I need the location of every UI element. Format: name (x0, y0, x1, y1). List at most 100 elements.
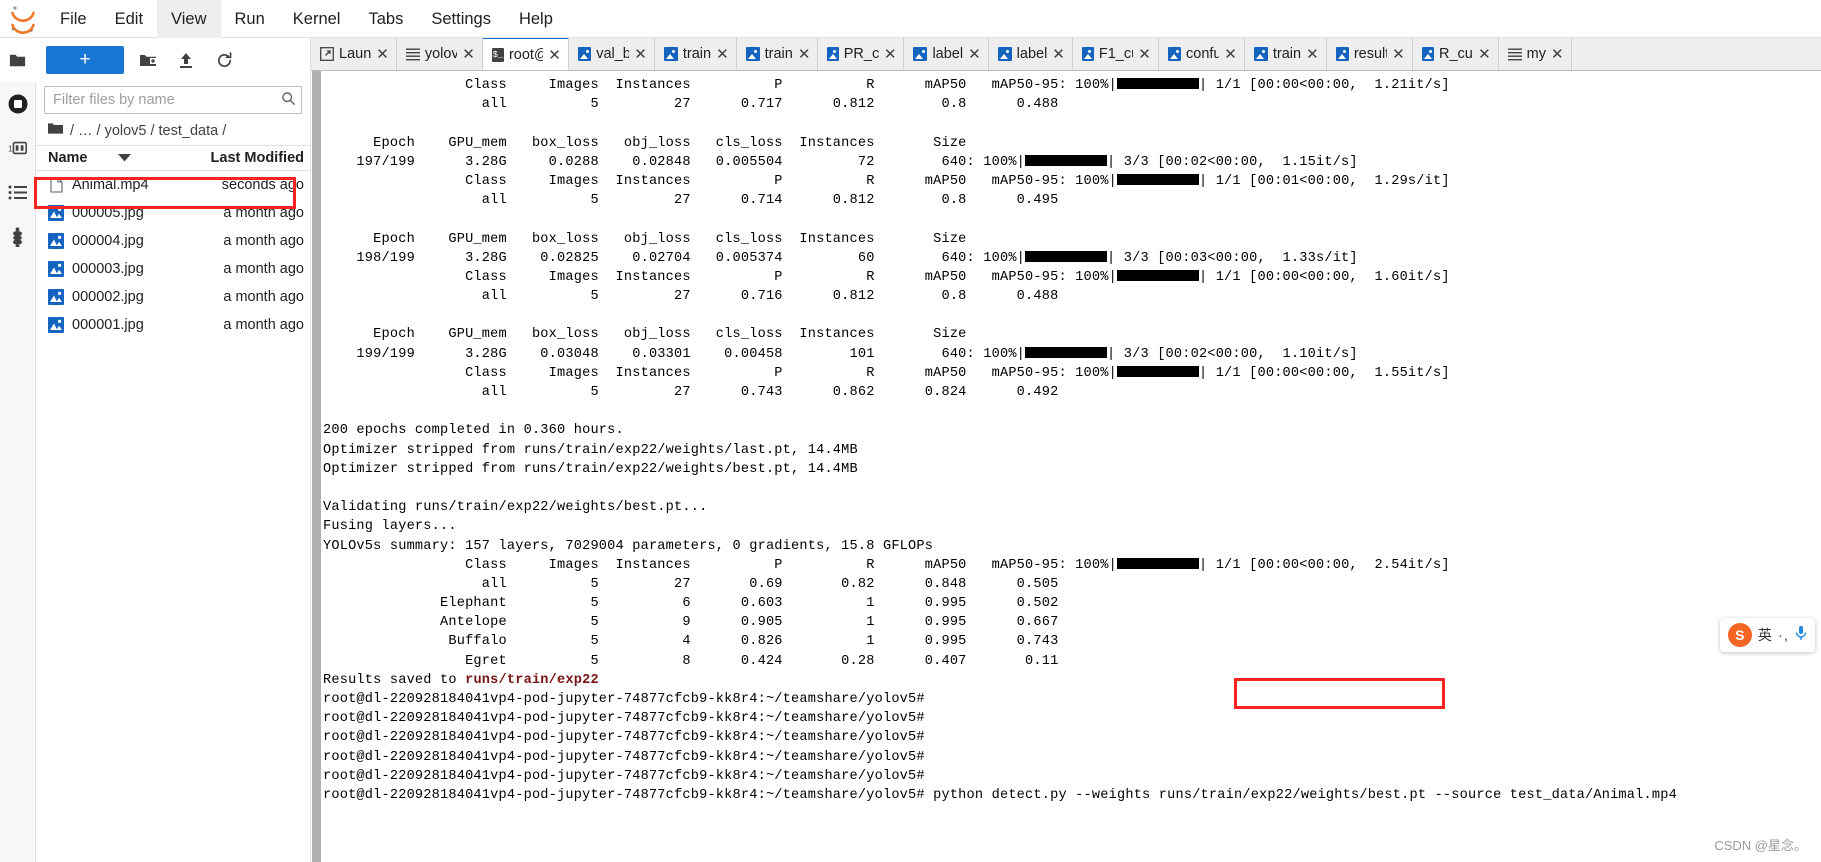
terminal-line: Validating runs/train/exp22/weights/best… (323, 500, 708, 516)
file-list-item[interactable]: Animal.mp4 seconds ago (36, 171, 310, 199)
shell-prompt: root@dl-220928184041vp4-pod-jupyter-7487… (323, 730, 925, 746)
image-icon (913, 47, 928, 61)
tab-train[interactable]: train ✕ (654, 38, 737, 70)
breadcrumb-part[interactable]: yolov5 (105, 123, 147, 139)
file-list-item[interactable]: 000004.jpg a month ago (36, 227, 310, 255)
tab-label[interactable]: label ✕ (904, 38, 989, 70)
close-icon[interactable]: ✕ (1138, 45, 1151, 63)
filter-files-field-wrap (44, 86, 302, 114)
image-icon (48, 317, 64, 333)
new-launcher-button[interactable]: + (46, 46, 124, 74)
close-icon[interactable]: ✕ (884, 45, 897, 63)
sidebar-item-running-terminals[interactable] (0, 82, 36, 126)
close-icon[interactable]: ✕ (376, 45, 389, 63)
breadcrumb[interactable]: /… / yolov5/test_data / (36, 118, 310, 145)
file-list-item[interactable]: 000003.jpg a month ago (36, 255, 310, 283)
tab-pr-cu[interactable]: PR_cu ✕ (818, 38, 905, 70)
sogou-logo-icon: S (1727, 623, 1752, 647)
close-icon[interactable]: ✕ (1052, 45, 1065, 63)
close-icon[interactable]: ✕ (1224, 45, 1237, 63)
terminal-line: all 5 27 0.717 0.812 0.8 0.488 (323, 97, 1059, 113)
upload-icon[interactable] (172, 46, 200, 74)
tab-result[interactable]: result ✕ (1326, 38, 1413, 70)
tab-yolov[interactable]: yolov ✕ (396, 38, 483, 70)
terminal-line: all 5 27 0.716 0.812 0.8 0.488 (323, 289, 1059, 305)
tab-laun[interactable]: Laun ✕ (311, 38, 397, 70)
menu-bar: File Edit View Run Kernel Tabs Settings Help (0, 0, 1821, 38)
tab-label: label (1016, 46, 1048, 62)
file-list-item[interactable]: 000002.jpg a month ago (36, 283, 310, 311)
terminal-line: Epoch GPU_mem box_loss obj_loss cls_loss… (323, 231, 967, 247)
menu-item-tabs[interactable]: Tabs (354, 0, 417, 38)
close-icon[interactable]: ✕ (1392, 45, 1405, 63)
tab-train[interactable]: train ✕ (736, 38, 819, 70)
close-icon[interactable]: ✕ (716, 45, 729, 63)
new-folder-icon[interactable] (134, 46, 162, 74)
breadcrumb-part[interactable]: / (97, 123, 101, 139)
sidebar-item-extension-manager[interactable] (0, 214, 36, 258)
terminal-panel[interactable]: Class Images Instances P R mAP50 mAP50-9… (311, 71, 1821, 862)
menu-item-edit[interactable]: Edit (101, 0, 157, 38)
sogou-language-label[interactable]: 英 (1758, 625, 1772, 645)
close-icon[interactable]: ✕ (548, 46, 561, 64)
breadcrumb-part[interactable]: / (150, 123, 154, 139)
breadcrumb-part[interactable]: / (222, 123, 226, 139)
file-last-modified: seconds ago (221, 177, 304, 193)
image-icon (1335, 47, 1349, 61)
breadcrumb-part[interactable]: test_data (159, 123, 219, 139)
image-icon (827, 47, 839, 61)
file-list-item[interactable]: 000005.jpg a month ago (36, 199, 310, 227)
terminal-prompt-line: root@dl-220928184041vp4-pod-jupyter-7487… (323, 748, 1821, 767)
menu-item-file[interactable]: File (46, 0, 101, 38)
close-icon[interactable]: ✕ (1551, 45, 1564, 63)
terminal-line: all 5 27 0.714 0.812 0.8 0.495 (323, 193, 1059, 209)
close-icon[interactable]: ✕ (1478, 45, 1491, 63)
terminal-scrollbar[interactable] (312, 71, 321, 862)
tab-my[interactable]: my ✕ (1498, 38, 1572, 70)
close-icon[interactable]: ✕ (634, 45, 647, 63)
microphone-icon[interactable] (1795, 625, 1807, 645)
sidebar-item-file-browser[interactable] (0, 38, 36, 82)
close-icon[interactable]: ✕ (1306, 45, 1319, 63)
tab-label: R_cur (1439, 46, 1473, 62)
sidebar-item-commands[interactable]: 1 (0, 126, 36, 170)
tab-root-[interactable]: $_ root@ ✕ (482, 38, 569, 70)
tab-label[interactable]: label ✕ (988, 38, 1073, 70)
menu-item-kernel[interactable]: Kernel (279, 0, 355, 38)
close-icon[interactable]: ✕ (462, 45, 475, 63)
text-file-icon (405, 47, 420, 61)
column-header-last-modified[interactable]: Last Modified (200, 150, 310, 166)
image-icon (1421, 47, 1434, 61)
file-list-item[interactable]: 000001.jpg a month ago (36, 311, 310, 339)
sidebar-item-table-of-contents[interactable] (0, 170, 36, 214)
tab-r-cur[interactable]: R_cur ✕ (1412, 38, 1499, 70)
refresh-icon[interactable] (210, 46, 238, 74)
menu-item-help[interactable]: Help (505, 0, 567, 38)
sogou-punctuation-toggle[interactable]: ·, (1778, 627, 1789, 644)
breadcrumb-part[interactable]: / (70, 123, 74, 139)
csdn-watermark: CSDN @星念。 (1714, 838, 1807, 853)
chevron-down-icon[interactable] (117, 154, 131, 162)
file-browser-panel: + Filter files by name / … / yolov5 / te… (36, 38, 311, 862)
breadcrumb-part[interactable]: … (78, 123, 93, 139)
column-header-name[interactable]: Name (48, 150, 88, 166)
close-icon[interactable]: ✕ (968, 45, 981, 63)
menu-item-settings[interactable]: Settings (417, 0, 505, 38)
terminal-line: Class Images Instances P R mAP50 mAP50-9… (323, 557, 1450, 573)
file-last-modified: a month ago (223, 317, 304, 333)
image-icon (48, 289, 64, 305)
close-icon[interactable]: ✕ (798, 45, 811, 63)
tab-label: my (1526, 46, 1547, 62)
tab-val-b[interactable]: val_b ✕ (568, 38, 655, 70)
file-last-modified: a month ago (223, 205, 304, 221)
filter-files-input[interactable] (44, 86, 302, 114)
menu-item-view[interactable]: View (157, 0, 221, 38)
menu-item-run[interactable]: Run (221, 0, 279, 38)
tab-train[interactable]: train ✕ (1244, 38, 1327, 70)
terminal-results-line: Results saved to runs/train/exp22 (323, 671, 1821, 690)
sogou-input-widget[interactable]: S 英 ·, (1719, 618, 1815, 652)
tab-confu[interactable]: confu ✕ (1158, 38, 1245, 70)
tab-f1-cu[interactable]: F1_cu ✕ (1072, 38, 1159, 70)
shell-prompt: root@dl-220928184041vp4-pod-jupyter-7487… (323, 711, 925, 727)
